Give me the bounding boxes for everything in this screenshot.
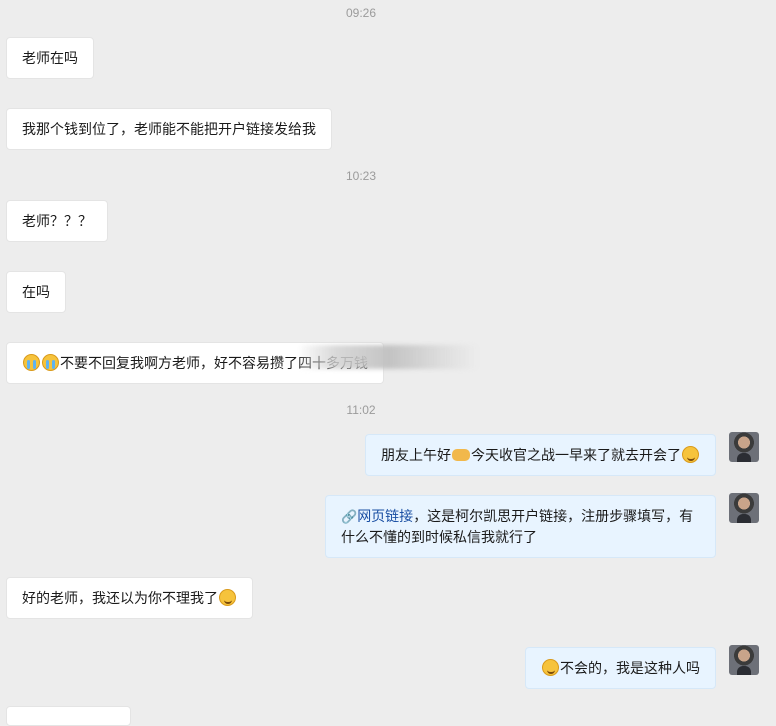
web-link[interactable]: 网页链接 <box>357 508 413 524</box>
message-incoming[interactable]: 老师？？？ <box>6 200 108 242</box>
message-incoming[interactable]: 在吗 <box>6 271 66 313</box>
timestamp: 09:26 <box>345 6 377 20</box>
avatar[interactable] <box>729 493 759 523</box>
smirking-face-icon <box>682 446 699 463</box>
crying-face-icon <box>23 354 40 371</box>
message-text: 老师在吗 <box>22 50 78 66</box>
message-text: 不会的，我是这种人吗 <box>560 660 700 676</box>
message-outgoing[interactable]: 不会的，我是这种人吗 <box>525 647 716 689</box>
handshake-icon <box>452 449 470 461</box>
message-outgoing[interactable]: 朋友上午好 今天收官之战一早来了就去开会了 <box>365 434 716 476</box>
timestamp: 10:23 <box>345 169 377 183</box>
message-text: 我那个钱到位了，老师能不能把开户链接发给我 <box>22 121 316 137</box>
message-text: 今天收官之战一早来了就去开会了 <box>471 447 681 463</box>
avatar[interactable] <box>729 432 759 462</box>
message-incoming[interactable]: 老师在吗 <box>6 37 94 79</box>
message-incoming-partial[interactable] <box>6 706 131 726</box>
smirking-face-icon <box>219 589 236 606</box>
message-incoming[interactable]: 好的老师，我还以为你不理我了 <box>6 577 253 619</box>
message-outgoing[interactable]: 🔗网页链接，这是柯尔凯思开户链接，注册步骤填写，有什么不懂的到时候私信我就行了 <box>325 495 716 558</box>
message-text: 老师？？？ <box>22 213 92 229</box>
message-text: 好的老师，我还以为你不理我了 <box>22 590 218 606</box>
message-text: 朋友上午好 <box>381 447 451 463</box>
message-text: 在吗 <box>22 284 50 300</box>
blurred-overlay <box>300 345 478 369</box>
timestamp: 11:02 <box>346 403 376 417</box>
message-incoming[interactable]: 我那个钱到位了，老师能不能把开户链接发给我 <box>6 108 332 150</box>
link-icon: 🔗 <box>341 509 358 524</box>
avatar[interactable] <box>729 645 759 675</box>
crying-face-icon <box>42 354 59 371</box>
smirking-face-icon <box>542 659 559 676</box>
